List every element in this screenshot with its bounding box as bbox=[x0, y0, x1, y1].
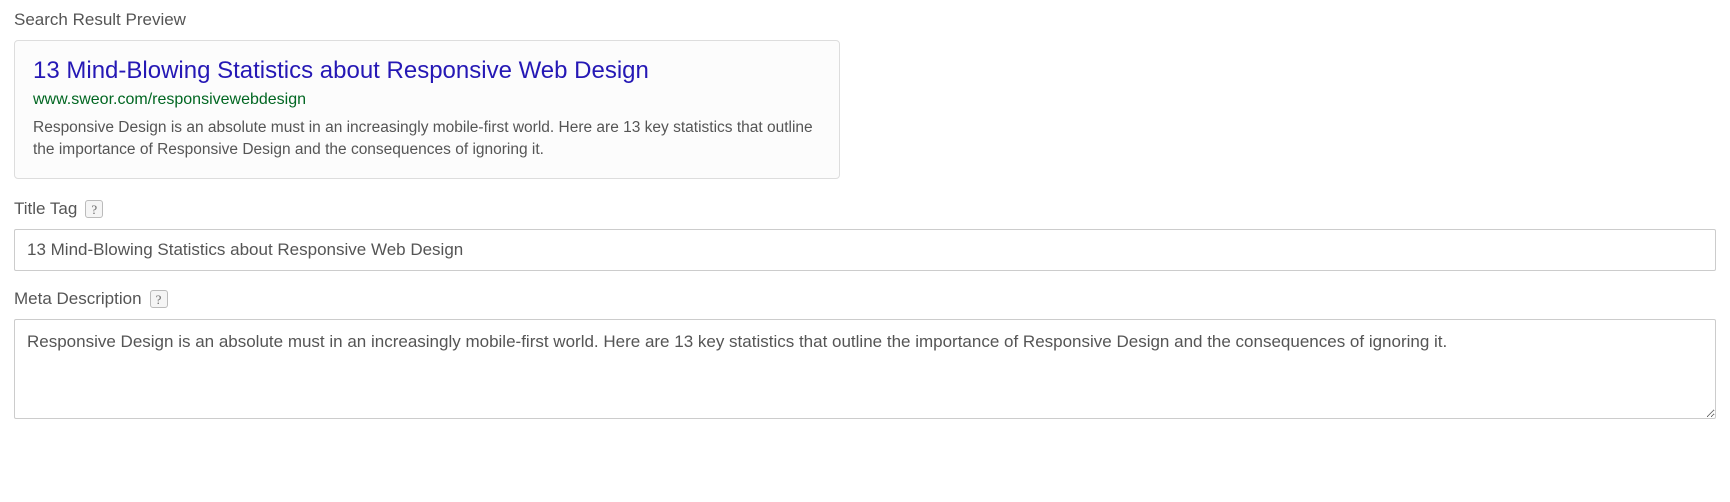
preview-description: Responsive Design is an absolute must in… bbox=[33, 117, 821, 160]
meta-description-section: Meta Description ? Responsive Design is … bbox=[14, 289, 1716, 424]
search-result-preview-box: 13 Mind-Blowing Statistics about Respons… bbox=[14, 40, 840, 179]
title-tag-input[interactable] bbox=[14, 229, 1716, 271]
help-icon[interactable]: ? bbox=[150, 290, 168, 308]
title-tag-section: Title Tag ? bbox=[14, 199, 1716, 271]
meta-description-textarea[interactable]: Responsive Design is an absolute must in… bbox=[14, 319, 1716, 419]
search-result-preview-section: Search Result Preview 13 Mind-Blowing St… bbox=[14, 10, 1716, 179]
meta-description-label-row: Meta Description ? bbox=[14, 289, 1716, 309]
preview-url: www.sweor.com/responsivewebdesign bbox=[33, 90, 821, 111]
help-icon[interactable]: ? bbox=[85, 200, 103, 218]
search-result-preview-label: Search Result Preview bbox=[14, 10, 1716, 30]
preview-title-link[interactable]: 13 Mind-Blowing Statistics about Respons… bbox=[33, 55, 821, 86]
title-tag-label-row: Title Tag ? bbox=[14, 199, 1716, 219]
title-tag-label: Title Tag bbox=[14, 199, 77, 219]
meta-description-label: Meta Description bbox=[14, 289, 142, 309]
